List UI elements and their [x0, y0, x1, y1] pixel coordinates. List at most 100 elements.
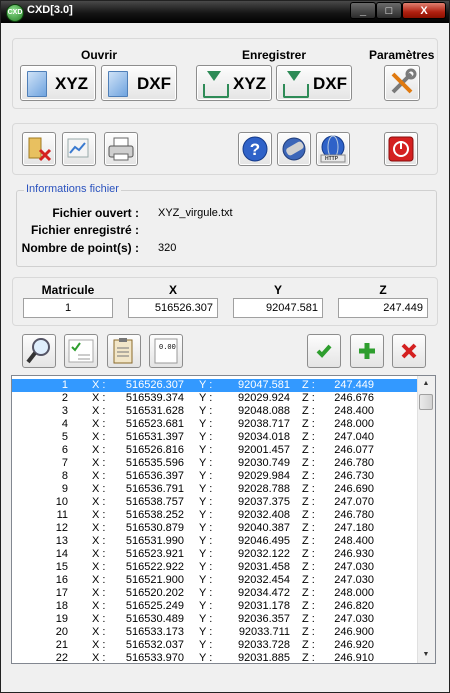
list-item[interactable]: 11 X :516538.252 Y :92032.408 Z :246.780: [12, 509, 417, 522]
x-tag: X :: [92, 379, 106, 391]
main-window: CXD CXD[3.0] _ □ X Ouvrir Enregistrer Pa…: [0, 0, 450, 693]
point-number: 1: [61, 379, 68, 391]
point-number: 18: [55, 600, 68, 612]
points-list[interactable]: 1X :516526.307 Y :92047.581 Z :247.449 2 X :…: [11, 375, 436, 664]
numbers-button[interactable]: 0.00: [149, 334, 183, 368]
matricule-field[interactable]: 1: [23, 298, 113, 318]
vertical-scrollbar[interactable]: ▲ ▼: [417, 376, 435, 663]
list-item[interactable]: 19 X :516530.489 Y :92036.357 Z :247.030: [12, 613, 417, 626]
point-y: 92034.018: [238, 431, 290, 443]
close-file-button[interactable]: [22, 132, 56, 166]
y-tag: Y :: [199, 548, 213, 560]
y-tag: Y :: [199, 431, 213, 443]
list-item[interactable]: 15 X :516522.922 Y :92031.458 Z :247.030: [12, 561, 417, 574]
x-tag: X :: [92, 509, 106, 521]
list-item[interactable]: 17 X :516520.202 Y :92034.472 Z :248.000: [12, 587, 417, 600]
point-number: 22: [55, 652, 68, 664]
point-z: 246.676: [334, 392, 374, 404]
point-number: 6: [61, 444, 68, 456]
edit-list-button[interactable]: [107, 334, 141, 368]
close-button[interactable]: X: [402, 2, 446, 19]
confirm-button[interactable]: [307, 334, 341, 368]
report-button[interactable]: [62, 132, 96, 166]
maximize-button[interactable]: □: [376, 2, 402, 19]
y-field[interactable]: 92047.581: [233, 298, 323, 318]
parametres-label: Paramètres: [369, 48, 435, 62]
list-item[interactable]: 9X :516536.791 Y :92028.788 Z :246.690: [12, 483, 417, 496]
print-button[interactable]: [104, 132, 138, 166]
list-item[interactable]: 4X :516523.681 Y :92038.717 Z :248.000: [12, 418, 417, 431]
point-y: 92048.088: [238, 405, 290, 417]
web-button[interactable]: HTTP: [316, 132, 350, 166]
title-bar[interactable]: CXD CXD[3.0] _ □ X: [1, 1, 449, 23]
fichier-enregistre-label: Fichier enregistré :: [30, 223, 139, 237]
list-item[interactable]: 20 X :516533.173 Y :92033.711 Z :246.900: [12, 626, 417, 639]
x-tag: X :: [92, 392, 106, 404]
list-item[interactable]: 12 X :516530.879 Y :92040.387 Z :247.180: [12, 522, 417, 535]
y-tag: Y :: [199, 574, 213, 586]
scroll-up-icon[interactable]: ▲: [418, 376, 434, 392]
point-number: 9: [61, 483, 68, 495]
y-tag: Y :: [199, 496, 213, 508]
point-z: 246.077: [334, 444, 374, 456]
z-field[interactable]: 247.449: [338, 298, 428, 318]
settings-button[interactable]: [384, 65, 420, 101]
list-item[interactable]: 1X :516526.307 Y :92047.581 Z :247.449: [12, 379, 417, 392]
point-z: 248.000: [334, 418, 374, 430]
minimize-button[interactable]: _: [350, 2, 376, 19]
list-item[interactable]: 13 X :516531.990 Y :92046.495 Z :248.400: [12, 535, 417, 548]
list-item[interactable]: 16 X :516521.900 Y :92032.454 Z :247.030: [12, 574, 417, 587]
window-title: CXD[3.0]: [27, 4, 73, 16]
point-x: 516533.970: [125, 652, 184, 664]
point-y: 92036.357: [238, 613, 290, 625]
list-item[interactable]: 21 X :516532.037 Y :92033.728 Z :246.920: [12, 639, 417, 652]
validate-list-button[interactable]: [64, 334, 98, 368]
point-number: 3: [61, 405, 68, 417]
x-field[interactable]: 516526.307: [128, 298, 218, 318]
delete-icon: [401, 343, 417, 359]
point-y: 92001.457: [238, 444, 290, 456]
update-button[interactable]: [277, 132, 311, 166]
svg-text:?: ?: [250, 140, 260, 159]
point-x: 516536.397: [125, 470, 184, 482]
point-z: 247.040: [334, 431, 374, 443]
matricule-header: Matricule: [41, 283, 95, 297]
point-z: 247.070: [334, 496, 374, 508]
point-number: 10: [55, 496, 68, 508]
point-x: 516536.791: [125, 483, 184, 495]
x-tag: X :: [92, 444, 106, 456]
quit-button[interactable]: [384, 132, 418, 166]
list-item[interactable]: 8X :516536.397 Y :92029.984 Z :246.730: [12, 470, 417, 483]
list-item[interactable]: 3X :516531.628 Y :92048.088 Z :248.400: [12, 405, 417, 418]
x-tag: X :: [92, 639, 106, 651]
scroll-thumb[interactable]: [419, 394, 433, 410]
point-x: 516538.252: [125, 509, 184, 521]
add-button[interactable]: [350, 334, 384, 368]
list-item[interactable]: 14 X :516523.921 Y :92032.122 Z :246.930: [12, 548, 417, 561]
list-item[interactable]: 2X :516539.374 Y :92029.924 Z :246.676: [12, 392, 417, 405]
x-tag: X :: [92, 626, 106, 638]
list-item[interactable]: 5X :516531.397 Y :92034.018 Z :247.040: [12, 431, 417, 444]
open-xyz-button[interactable]: XYZ: [20, 65, 96, 101]
save-xyz-button[interactable]: XYZ: [196, 65, 272, 101]
list-item[interactable]: 6X :516526.816 Y :92001.457 Z :246.077: [12, 444, 417, 457]
ouvrir-label: Ouvrir: [81, 48, 118, 62]
list-item[interactable]: 22 X :516533.970 Y :92031.885 Z :246.910: [12, 652, 417, 664]
list-item[interactable]: 18 X :516525.249 Y :92031.178 Z :246.820: [12, 600, 417, 613]
scroll-down-icon[interactable]: ▼: [418, 647, 434, 663]
delete-button[interactable]: [392, 334, 426, 368]
point-x: 516526.816: [125, 444, 184, 456]
point-x: 516526.307: [125, 379, 184, 391]
help-button[interactable]: ?: [238, 132, 272, 166]
search-button[interactable]: [22, 334, 56, 368]
y-tag: Y :: [199, 405, 213, 417]
point-x: 516522.922: [125, 561, 184, 573]
save-dxf-button[interactable]: DXF: [276, 65, 352, 101]
y-tag: Y :: [199, 626, 213, 638]
point-y: 92038.717: [238, 418, 290, 430]
list-item[interactable]: 10 X :516538.757 Y :92037.375 Z :247.070: [12, 496, 417, 509]
open-dxf-button[interactable]: DXF: [101, 65, 177, 101]
list-item[interactable]: 7X :516535.596 Y :92030.749 Z :246.780: [12, 457, 417, 470]
x-tag: X :: [92, 522, 106, 534]
point-y: 92037.375: [238, 496, 290, 508]
